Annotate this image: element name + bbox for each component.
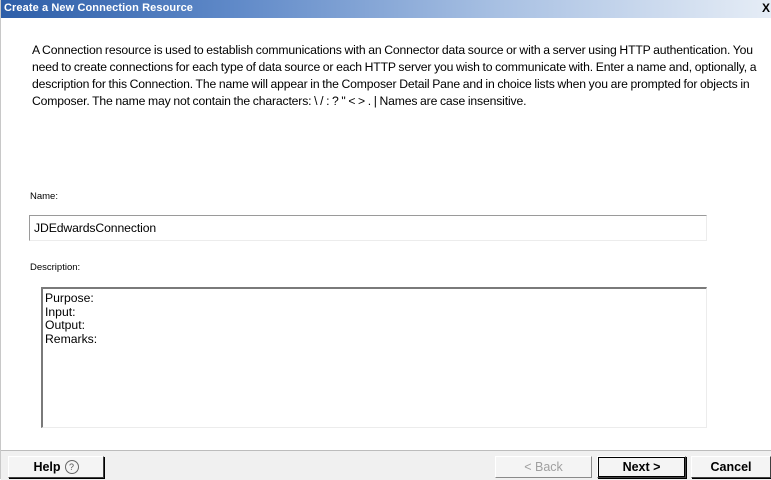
description-textarea[interactable]: Purpose: Input: Output: Remarks: [41, 287, 707, 428]
back-button[interactable]: < Back [495, 456, 592, 478]
close-icon[interactable]: X [760, 1, 771, 16]
intro-text: A Connection resource is used to establi… [32, 42, 758, 110]
help-button-label: Help [33, 460, 61, 474]
cancel-button[interactable]: Cancel [691, 456, 771, 478]
description-label: Description: [30, 262, 81, 273]
create-connection-dialog: Create a New Connection Resource X A Con… [0, 0, 771, 480]
help-button[interactable]: Help? [8, 456, 104, 478]
help-icon: ? [64, 460, 79, 474]
next-button[interactable]: Next > [597, 456, 686, 478]
dialog-title: Create a New Connection Resource [4, 2, 194, 14]
button-bar: Help? < Back Next > Cancel [1, 450, 771, 480]
name-field[interactable]: JDEdwardsConnection [29, 215, 707, 241]
name-label: Name: [30, 191, 58, 202]
title-bar[interactable]: Create a New Connection Resource X [1, 0, 771, 18]
intro-paragraph: A Connection resource is used to establi… [32, 43, 757, 108]
dialog-content: A Connection resource is used to establi… [1, 18, 771, 450]
